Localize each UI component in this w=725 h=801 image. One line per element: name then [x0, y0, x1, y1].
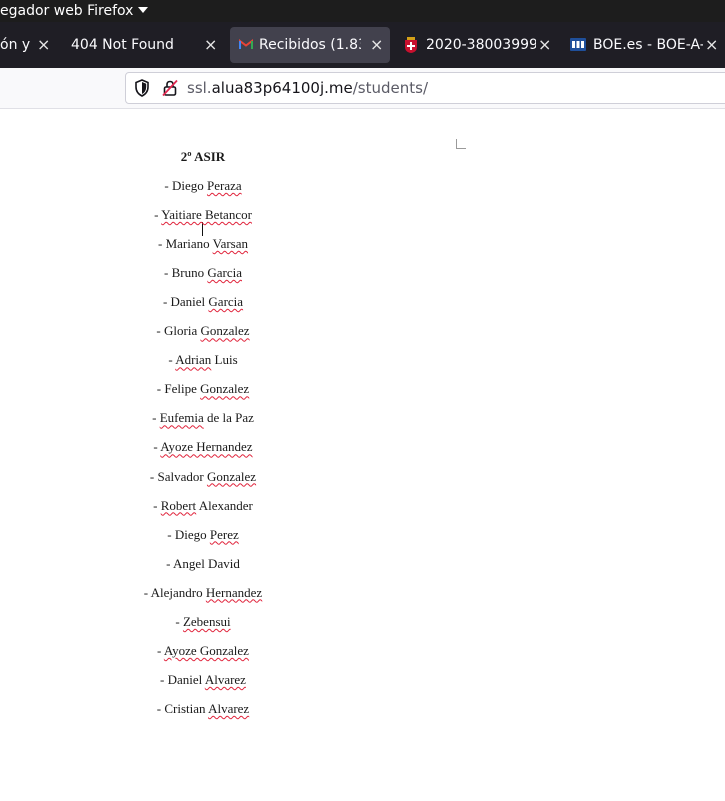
page-corner-mark: [456, 139, 466, 149]
student-list-item: - Adrian Luis: [168, 352, 238, 368]
spellcheck-underline: Ayoze Hernandez: [160, 439, 253, 455]
student-list-item: - Diego Perez: [167, 526, 239, 542]
tab-label: BOE.es - BOE-A-: [593, 37, 703, 53]
student-list-item: - Felipe Gonzalez: [156, 381, 250, 397]
spellcheck-underline: Ayoze Gonzalez: [163, 642, 249, 658]
spellcheck-underline: Hernandez: [205, 584, 263, 600]
student-list-item: - Ayoze Hernandez: [153, 439, 253, 455]
tab-label: 2020-38003999-: [426, 37, 536, 53]
tab-2[interactable]: 404 Not Found ×: [60, 22, 230, 68]
student-list-item: - Daniel Alvarez: [160, 671, 246, 687]
spellcheck-underline: Varsan: [212, 236, 249, 252]
shield-icon[interactable]: [134, 79, 150, 97]
tab-strip: ón y × 404 Not Found × Recibidos (1.83 ×…: [0, 22, 725, 68]
tab-3[interactable]: Recibidos (1.83 ×: [230, 27, 390, 63]
tab-close-icon[interactable]: ×: [705, 22, 718, 68]
spellcheck-underline: Peraza: [206, 178, 242, 193]
spellcheck-underline: Garcia: [207, 265, 242, 281]
spellcheck-underline: Gonzalez: [200, 323, 250, 339]
url-bar[interactable]: ssl.alua83p64100j.me/students/: [125, 72, 725, 104]
student-list-item: - Angel David: [166, 555, 240, 571]
tab-close-icon[interactable]: ×: [204, 22, 217, 68]
student-list-item: - Alejandro Hernandez: [143, 584, 263, 600]
spellcheck-underline: Yaitiare Betancor: [161, 207, 252, 222]
spellcheck-underline: Gonzalez: [200, 381, 250, 397]
caret-down-icon: [138, 7, 149, 13]
spellcheck-underline: Robert: [160, 497, 197, 513]
student-list-item: - Ayoze Gonzalez: [157, 642, 249, 658]
boe-icon: [570, 38, 586, 51]
spellcheck-underline: Alvarez: [204, 671, 246, 687]
gmail-icon: [239, 39, 253, 49]
document-page[interactable]: 2º ASIR - Diego Peraza - Yaitiare Betanco…: [0, 109, 725, 801]
spellcheck-underline: Garcia: [208, 294, 244, 310]
spellcheck-underline: Eufemia: [159, 410, 204, 426]
text-cursor: [202, 222, 203, 236]
spellcheck-underline: Gonzalez: [206, 468, 257, 484]
student-list-item: - Cristian Alvarez: [156, 700, 250, 716]
student-list-item: - Robert Alexander: [153, 497, 253, 513]
url-text[interactable]: ssl.alua83p64100j.me/students/: [187, 73, 428, 103]
tab-label: ón y: [0, 37, 31, 53]
tab-label: Recibidos (1.83: [259, 37, 361, 53]
tab-1[interactable]: ón y ×: [0, 22, 60, 68]
tab-close-icon[interactable]: ×: [538, 22, 551, 68]
spellcheck-underline: Zebensui: [182, 613, 231, 629]
url-path: /students/: [352, 79, 429, 97]
window-titlebar: egador web Firefox: [0, 0, 725, 22]
student-list-item: - Yaitiare Betancor: [154, 207, 252, 222]
student-list-item: - Mariano Varsan: [157, 236, 249, 252]
window-title: egador web Firefox: [0, 3, 134, 19]
student-list-item: - Bruno Garcia: [164, 265, 242, 281]
document-title: 2º ASIR: [180, 149, 226, 164]
url-prefix: ssl.: [187, 79, 212, 97]
government-shield-icon: [405, 37, 417, 53]
spellcheck-underline: Alvarez: [208, 700, 250, 716]
tab-label: 404 Not Found: [71, 37, 174, 53]
student-list-item: - Salvador Gonzalez: [149, 468, 257, 484]
not-secure-lock-icon[interactable]: [161, 79, 179, 97]
window-menu[interactable]: egador web Firefox: [0, 0, 149, 22]
tab-close-icon[interactable]: ×: [37, 22, 50, 68]
navigation-toolbar: ssl.alua83p64100j.me/students/: [0, 68, 725, 109]
tab-4[interactable]: 2020-38003999- ×: [395, 22, 560, 68]
student-list-item: - Zebensui: [175, 613, 231, 629]
student-list-item: - Diego Peraza: [164, 178, 242, 193]
student-list-item: - Daniel Garcia: [162, 294, 244, 310]
student-list-item: - Gloria Gonzalez: [156, 323, 250, 339]
student-list-item: - Eufemia de la Paz: [152, 410, 254, 426]
tab-5[interactable]: BOE.es - BOE-A- ×: [565, 22, 725, 68]
url-host: alua83p64100j.me: [211, 79, 353, 97]
spellcheck-underline: Adrian: [175, 352, 212, 368]
tab-close-icon[interactable]: ×: [370, 27, 383, 63]
spellcheck-underline: Perez: [209, 526, 239, 542]
